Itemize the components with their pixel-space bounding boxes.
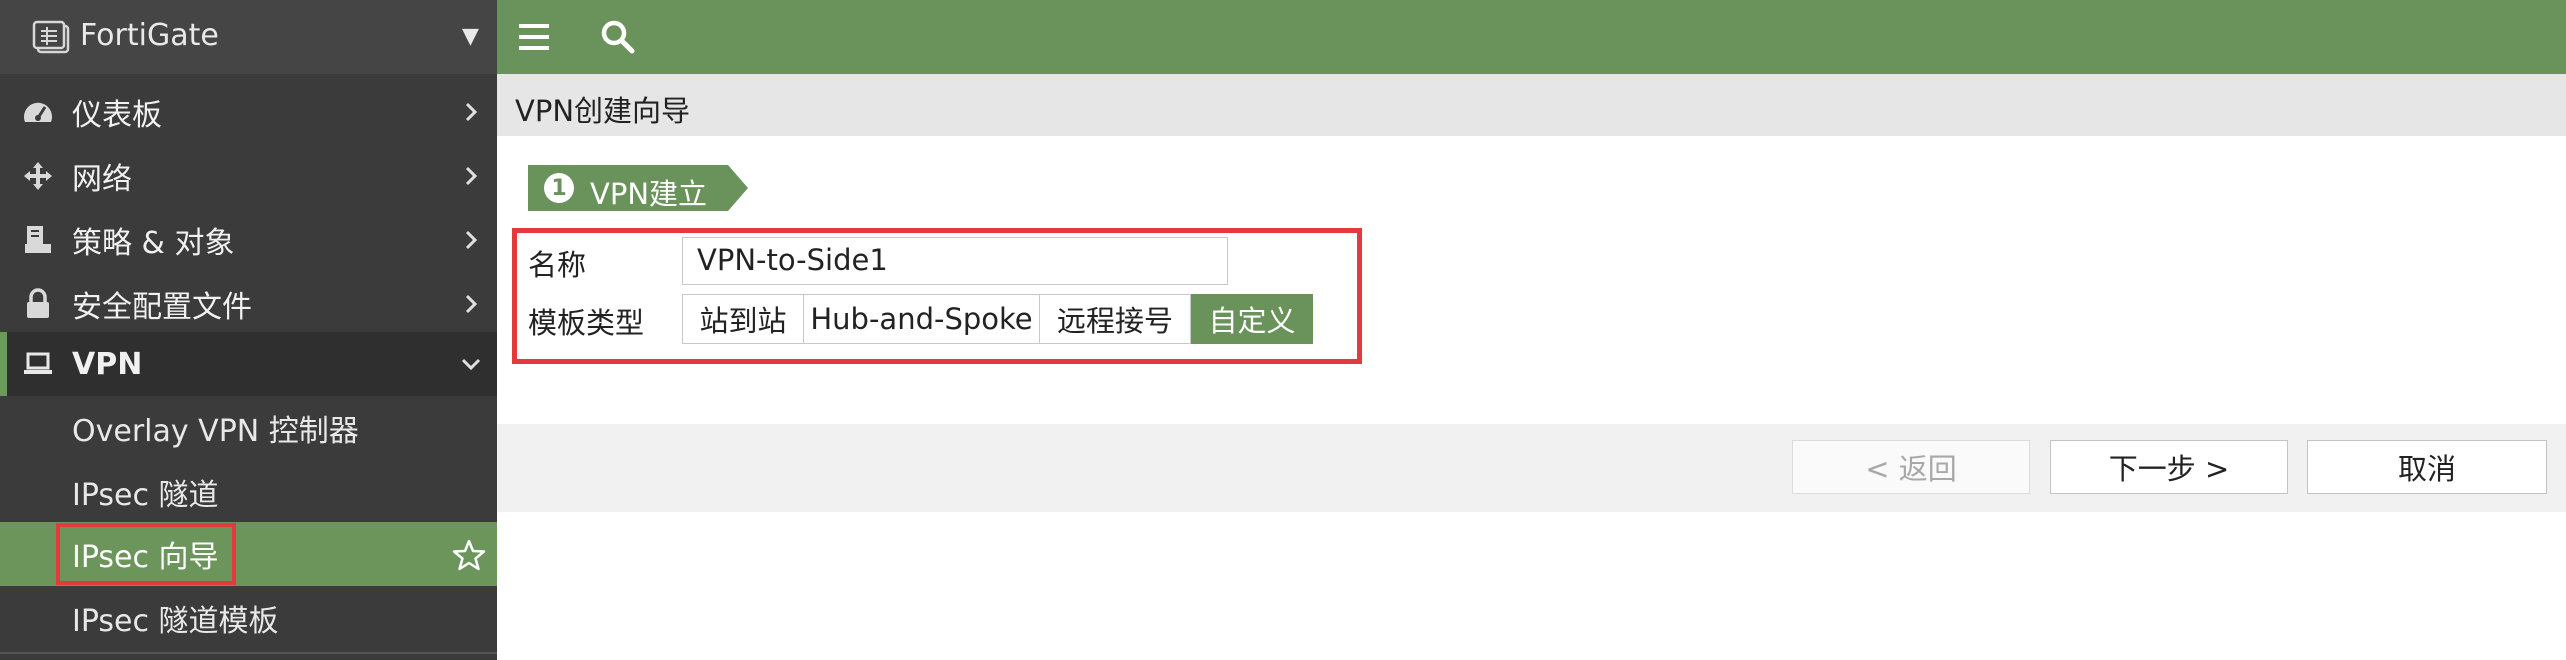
- lock-icon: [20, 286, 56, 322]
- sidebar-subitem-label: IPsec 隧道模板: [72, 604, 279, 639]
- sidebar: FortiGate ▼ 仪表板 网络 策略 & 对象 安全配置文件 VPN Ov…: [0, 0, 497, 660]
- policy-icon: [20, 222, 56, 258]
- sidebar-item-label: 策略 & 对象: [72, 226, 235, 261]
- next-button[interactable]: 下一步 >: [2050, 440, 2288, 494]
- search-icon[interactable]: [599, 18, 637, 56]
- sidebar-subitem-overlay-vpn-controller[interactable]: Overlay VPN 控制器: [0, 396, 497, 460]
- sidebar-item-policy[interactable]: 策略 & 对象: [0, 208, 497, 272]
- wizard-step-badge: 1 VPN建立: [528, 165, 748, 211]
- app-title: FortiGate: [80, 18, 219, 53]
- sidebar-item-label: 仪表板: [72, 98, 162, 133]
- sidebar-item-vpn[interactable]: VPN: [0, 332, 497, 396]
- chevron-right-icon: [465, 166, 478, 186]
- app-root: FortiGate ▼ 仪表板 网络 策略 & 对象 安全配置文件 VPN Ov…: [0, 0, 2566, 660]
- template-option-hub-and-spoke[interactable]: Hub-and-Spoke: [803, 294, 1040, 344]
- name-input[interactable]: VPN-to-Side1: [682, 237, 1228, 285]
- sidebar-subitem-label: Overlay VPN 控制器: [72, 414, 359, 449]
- page-title: VPN创建向导: [515, 94, 691, 128]
- favorite-star-icon[interactable]: [452, 538, 486, 572]
- sidebar-header[interactable]: FortiGate ▼: [0, 0, 497, 74]
- top-bar: [497, 0, 2566, 74]
- caret-down-icon[interactable]: ▼: [462, 24, 479, 49]
- template-option-site-to-site[interactable]: 站到站: [682, 294, 804, 344]
- hamburger-menu-icon[interactable]: [517, 20, 553, 54]
- sidebar-subitem-ipsec-tunnel-templates[interactable]: IPsec 隧道模板: [0, 586, 497, 650]
- sidebar-item-dashboard[interactable]: 仪表板: [0, 80, 497, 144]
- step-label: VPN建立: [590, 177, 708, 211]
- sidebar-item-label: 网络: [72, 162, 132, 197]
- template-option-custom[interactable]: 自定义: [1191, 294, 1313, 344]
- dashboard-icon: [20, 94, 56, 130]
- network-icon: [20, 158, 56, 194]
- chevron-down-icon: [461, 358, 481, 371]
- sidebar-divider: [0, 652, 497, 654]
- active-section-indicator: [0, 332, 7, 396]
- cancel-button[interactable]: 取消: [2307, 440, 2547, 494]
- chevron-right-icon: [465, 230, 478, 250]
- sidebar-item-label: 安全配置文件: [72, 290, 252, 325]
- name-label: 名称: [528, 248, 587, 282]
- step-number: 1: [544, 173, 574, 203]
- sidebar-subitem-label: IPsec 隧道: [72, 478, 219, 513]
- sidebar-item-label: VPN: [72, 346, 143, 382]
- sidebar-subitem-ipsec-tunnels[interactable]: IPsec 隧道: [0, 460, 497, 524]
- highlight-box-ipsec-wizard: [56, 523, 236, 585]
- laptop-icon: [20, 346, 56, 382]
- chevron-right-icon: [465, 102, 478, 122]
- template-type-label: 模板类型: [528, 306, 645, 340]
- chevron-right-icon: [465, 294, 478, 314]
- breadcrumb: VPN创建向导: [497, 74, 2566, 136]
- sidebar-item-security-profiles[interactable]: 安全配置文件: [0, 272, 497, 336]
- template-option-remote-access[interactable]: 远程接号: [1039, 294, 1191, 344]
- fortigate-logo-icon: [32, 20, 70, 54]
- back-button[interactable]: < 返回: [1792, 440, 2030, 494]
- sidebar-item-network[interactable]: 网络: [0, 144, 497, 208]
